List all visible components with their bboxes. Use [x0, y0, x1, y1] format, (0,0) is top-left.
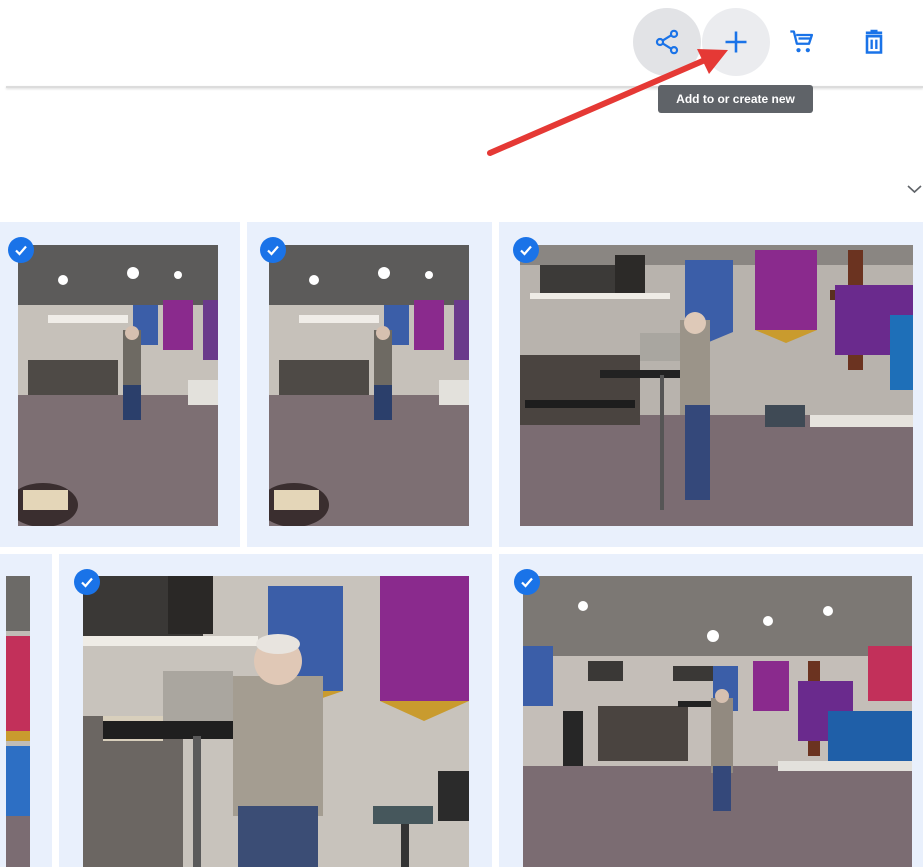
- photo-tile[interactable]: [499, 222, 923, 547]
- photo-thumbnail: [523, 576, 912, 867]
- selected-checkmark-icon[interactable]: [513, 237, 539, 263]
- photo-tile[interactable]: [0, 222, 240, 547]
- photo-tile[interactable]: [0, 554, 52, 867]
- photo-tile[interactable]: [499, 554, 923, 867]
- photo-tile[interactable]: [247, 222, 492, 547]
- photo-thumbnail: [18, 245, 218, 526]
- photo-tile[interactable]: [59, 554, 492, 867]
- chevron-down-icon[interactable]: [906, 182, 923, 196]
- photo-thumbnail: [6, 576, 30, 867]
- selected-checkmark-icon[interactable]: [514, 569, 540, 595]
- selected-checkmark-icon[interactable]: [74, 569, 100, 595]
- annotation-arrow: [487, 49, 728, 156]
- selected-checkmark-icon[interactable]: [260, 237, 286, 263]
- photo-thumbnail: [269, 245, 469, 526]
- photo-thumbnail: [83, 576, 469, 867]
- photo-thumbnail: [520, 245, 913, 526]
- selected-checkmark-icon[interactable]: [8, 237, 34, 263]
